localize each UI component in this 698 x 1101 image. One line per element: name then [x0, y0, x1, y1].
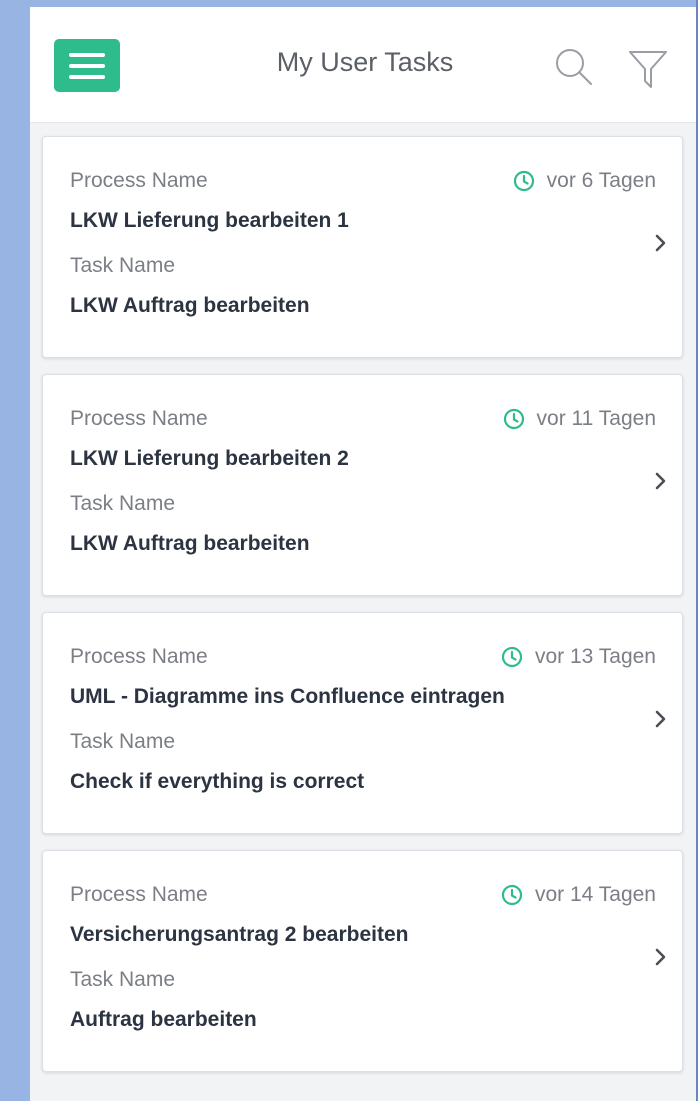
search-button[interactable]	[550, 43, 600, 93]
task-name-value: LKW Auftrag bearbeiten	[70, 532, 310, 555]
task-card[interactable]: Process Name LKW Lieferung bearbeiten 1 …	[42, 136, 683, 358]
process-name-value: Versicherungsantrag 2 bearbeiten	[70, 923, 409, 946]
process-name-label: Process Name	[70, 169, 208, 192]
process-name-label: Process Name	[70, 883, 208, 906]
task-age: vor 14 Tagen	[501, 883, 656, 907]
task-age: vor 11 Tagen	[503, 407, 656, 431]
process-name-label: Process Name	[70, 407, 208, 430]
clock-icon	[501, 646, 523, 668]
task-age-text: vor 11 Tagen	[536, 407, 656, 430]
task-list: Process Name LKW Lieferung bearbeiten 1 …	[42, 136, 683, 1088]
task-age-text: vor 6 Tagen	[546, 169, 656, 192]
hamburger-line	[69, 64, 105, 68]
filter-button[interactable]	[623, 45, 673, 95]
process-name-value: LKW Lieferung bearbeiten 1	[70, 209, 349, 232]
filter-funnel-icon	[629, 51, 667, 88]
app-screen: My User Tasks Process Name LKW Lieferung…	[30, 7, 696, 1101]
task-name-value: LKW Auftrag bearbeiten	[70, 294, 310, 317]
top-bar: My User Tasks	[30, 7, 696, 123]
chevron-right-icon	[655, 710, 666, 728]
hamburger-menu-icon	[69, 53, 105, 57]
process-name-value: LKW Lieferung bearbeiten 2	[70, 447, 349, 470]
task-age: vor 6 Tagen	[513, 169, 656, 193]
task-name-label: Task Name	[70, 968, 176, 991]
task-card[interactable]: Process Name Versicherungsantrag 2 bearb…	[42, 850, 683, 1072]
clock-icon	[513, 170, 534, 192]
task-name-label: Task Name	[70, 254, 176, 277]
chevron-right-icon	[655, 234, 666, 252]
chevron-right-icon	[655, 948, 666, 966]
task-age-text: vor 13 Tagen	[534, 645, 656, 668]
task-age-text: vor 14 Tagen	[534, 883, 656, 906]
task-card[interactable]: Process Name LKW Lieferung bearbeiten 2 …	[42, 374, 683, 596]
menu-button[interactable]	[54, 39, 120, 92]
task-name-label: Task Name	[70, 730, 176, 753]
process-name-label: Process Name	[70, 645, 208, 668]
task-age: vor 13 Tagen	[501, 645, 656, 669]
task-name-value: Check if everything is correct	[70, 770, 365, 793]
clock-icon	[501, 884, 523, 906]
task-name-value: Auftrag bearbeiten	[70, 1008, 257, 1031]
chevron-right-icon	[655, 472, 666, 490]
page-title: My User Tasks	[276, 47, 454, 77]
task-card[interactable]: Process Name UML - Diagramme ins Conflue…	[42, 612, 683, 834]
search-icon	[556, 49, 592, 85]
task-name-label: Task Name	[70, 492, 176, 515]
clock-icon	[503, 408, 524, 430]
process-name-value: UML - Diagramme ins Confluence eintragen	[70, 685, 505, 708]
hamburger-line	[69, 75, 105, 79]
